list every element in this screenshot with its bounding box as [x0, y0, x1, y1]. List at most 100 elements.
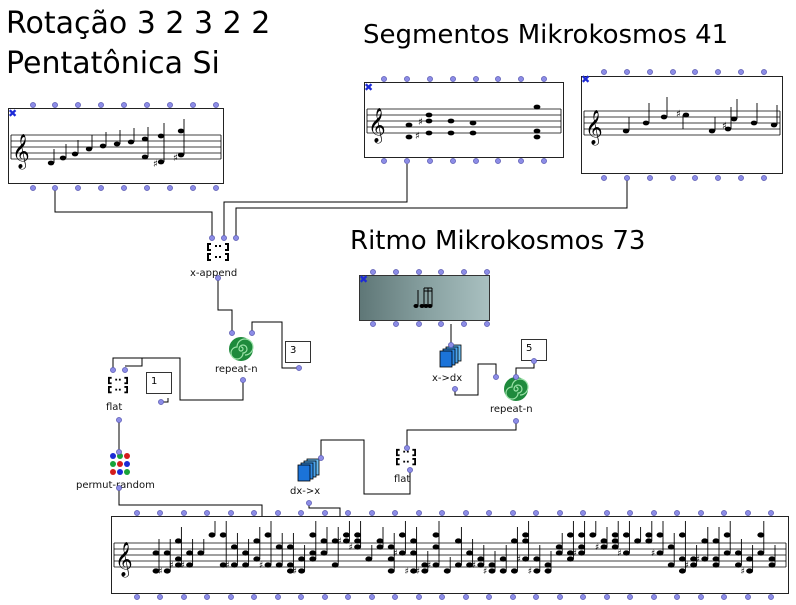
wire — [118, 488, 263, 516]
score-box-segments-1[interactable]: 𝄞 ♯ ♯ — [364, 82, 564, 158]
svg-text:♯: ♯ — [173, 153, 178, 164]
score-box-segments-2[interactable]: 𝄞 ♯ ♯ — [581, 76, 783, 174]
flat-level-input-1[interactable]: 1 — [146, 372, 172, 394]
repeat-count-input-1[interactable]: 3 — [285, 341, 311, 363]
note-head — [186, 550, 194, 556]
repeat-n-label-2: repeat-n — [490, 404, 533, 415]
note-head — [477, 556, 485, 562]
note-head — [230, 544, 238, 550]
sharp-sign: ♯ — [617, 549, 621, 559]
note-head — [712, 562, 720, 568]
note-head — [320, 550, 328, 556]
brackets-icon — [207, 243, 229, 261]
note-head — [656, 532, 664, 538]
wire — [217, 278, 233, 333]
note-head — [746, 556, 754, 562]
note-head — [197, 550, 205, 556]
wire — [515, 361, 535, 377]
note-head — [354, 538, 362, 544]
svg-text:♯: ♯ — [722, 121, 727, 132]
note-head — [589, 532, 597, 538]
note-head — [376, 544, 384, 550]
note-head — [746, 568, 754, 574]
note-head — [365, 556, 373, 562]
brackets-icon — [396, 448, 416, 466]
note-head — [309, 556, 317, 562]
wire — [406, 421, 517, 448]
note-head — [298, 556, 306, 562]
x-append-node[interactable]: x-append — [190, 240, 240, 279]
spiral-icon — [504, 377, 529, 401]
note-head — [667, 562, 675, 568]
note-head — [488, 568, 496, 574]
close-x-icon[interactable]: ✖ — [364, 82, 374, 93]
sharp-sign: ♯ — [181, 561, 185, 571]
note-head — [354, 544, 362, 550]
score-box-output[interactable]: 𝄞 ♯ ♯ ♯ ♯ ♯ ♯ ♯ ♯ ♯ ♯ ♯ ♯ ♯ ♯ ♯ ♯ ♯ ♯ ♯ ♯ ♯ ♯ ♯ — [111, 516, 789, 594]
repeat-n-node-2[interactable]: repeat-n — [490, 376, 540, 422]
note-head — [264, 562, 272, 568]
note-head — [622, 550, 630, 556]
score-box-pentatonic[interactable]: 𝄞 ♯ ♯ — [8, 108, 224, 184]
flat-node-2[interactable]: flat — [392, 446, 422, 488]
rhythm-box[interactable] — [359, 275, 490, 321]
note-head — [544, 568, 552, 574]
note-head — [466, 550, 474, 556]
note-head — [768, 562, 776, 568]
close-x-icon[interactable]: ✖ — [581, 74, 591, 85]
note-head — [522, 532, 530, 538]
note-head — [152, 550, 160, 556]
sharp-sign: ♯ — [741, 567, 745, 577]
sharp-sign: ♯ — [685, 561, 689, 571]
sharp-sign: ♯ — [416, 567, 420, 577]
stacked-pages-icon — [439, 344, 462, 368]
note-head — [398, 550, 406, 556]
note-head — [242, 550, 250, 556]
sharp-sign: ♯ — [595, 543, 599, 553]
note-head — [410, 550, 418, 556]
sharp-sign: ♯ — [259, 561, 263, 571]
wire — [112, 357, 142, 370]
note-head — [376, 538, 384, 544]
flat-label-1: flat — [106, 402, 123, 413]
notes-icon — [413, 287, 433, 308]
close-x-icon[interactable]: ✖ — [359, 274, 369, 285]
note-head — [611, 538, 619, 544]
note-head — [309, 550, 317, 556]
note-head — [186, 562, 194, 568]
note-head — [331, 562, 339, 568]
sharp-sign: ♯ — [393, 549, 397, 559]
sharp-sign: ♯ — [158, 567, 162, 577]
note-head — [174, 538, 182, 544]
note-head — [275, 544, 283, 550]
dx-x-node[interactable]: dx->x — [290, 458, 330, 502]
svg-text:♯: ♯ — [676, 109, 681, 120]
svg-text:𝄞: 𝄞 — [585, 110, 603, 146]
flat-node-1[interactable]: flat — [104, 374, 134, 414]
note-head — [387, 568, 395, 574]
note-head — [622, 532, 630, 538]
note-head — [555, 550, 563, 556]
sharp-sign: ♯ — [169, 561, 173, 571]
svg-text:𝄞: 𝄞 — [115, 542, 133, 578]
repeat-count-input-2[interactable]: 5 — [521, 339, 547, 361]
permut-random-node[interactable]: permut-random — [74, 452, 168, 492]
note-head — [522, 538, 530, 544]
wire — [223, 164, 408, 238]
note-head — [600, 538, 608, 544]
note-head — [600, 544, 608, 550]
note-head — [645, 538, 653, 544]
close-x-icon[interactable]: ✖ — [8, 108, 18, 119]
note-head — [432, 532, 440, 538]
note-head — [656, 550, 664, 556]
repeat-n-node-1[interactable]: repeat-n — [214, 334, 264, 380]
colored-dots-icon — [110, 453, 130, 475]
svg-text:♯: ♯ — [153, 159, 158, 170]
sharp-sign: ♯ — [696, 555, 700, 565]
note-head — [712, 538, 720, 544]
sharp-sign: ♯ — [472, 561, 476, 571]
x-dx-node[interactable]: x->dx — [432, 344, 472, 386]
dx-x-label: dx->x — [290, 486, 321, 497]
sharp-sign: ♯ — [483, 567, 487, 577]
note-head — [734, 550, 742, 556]
